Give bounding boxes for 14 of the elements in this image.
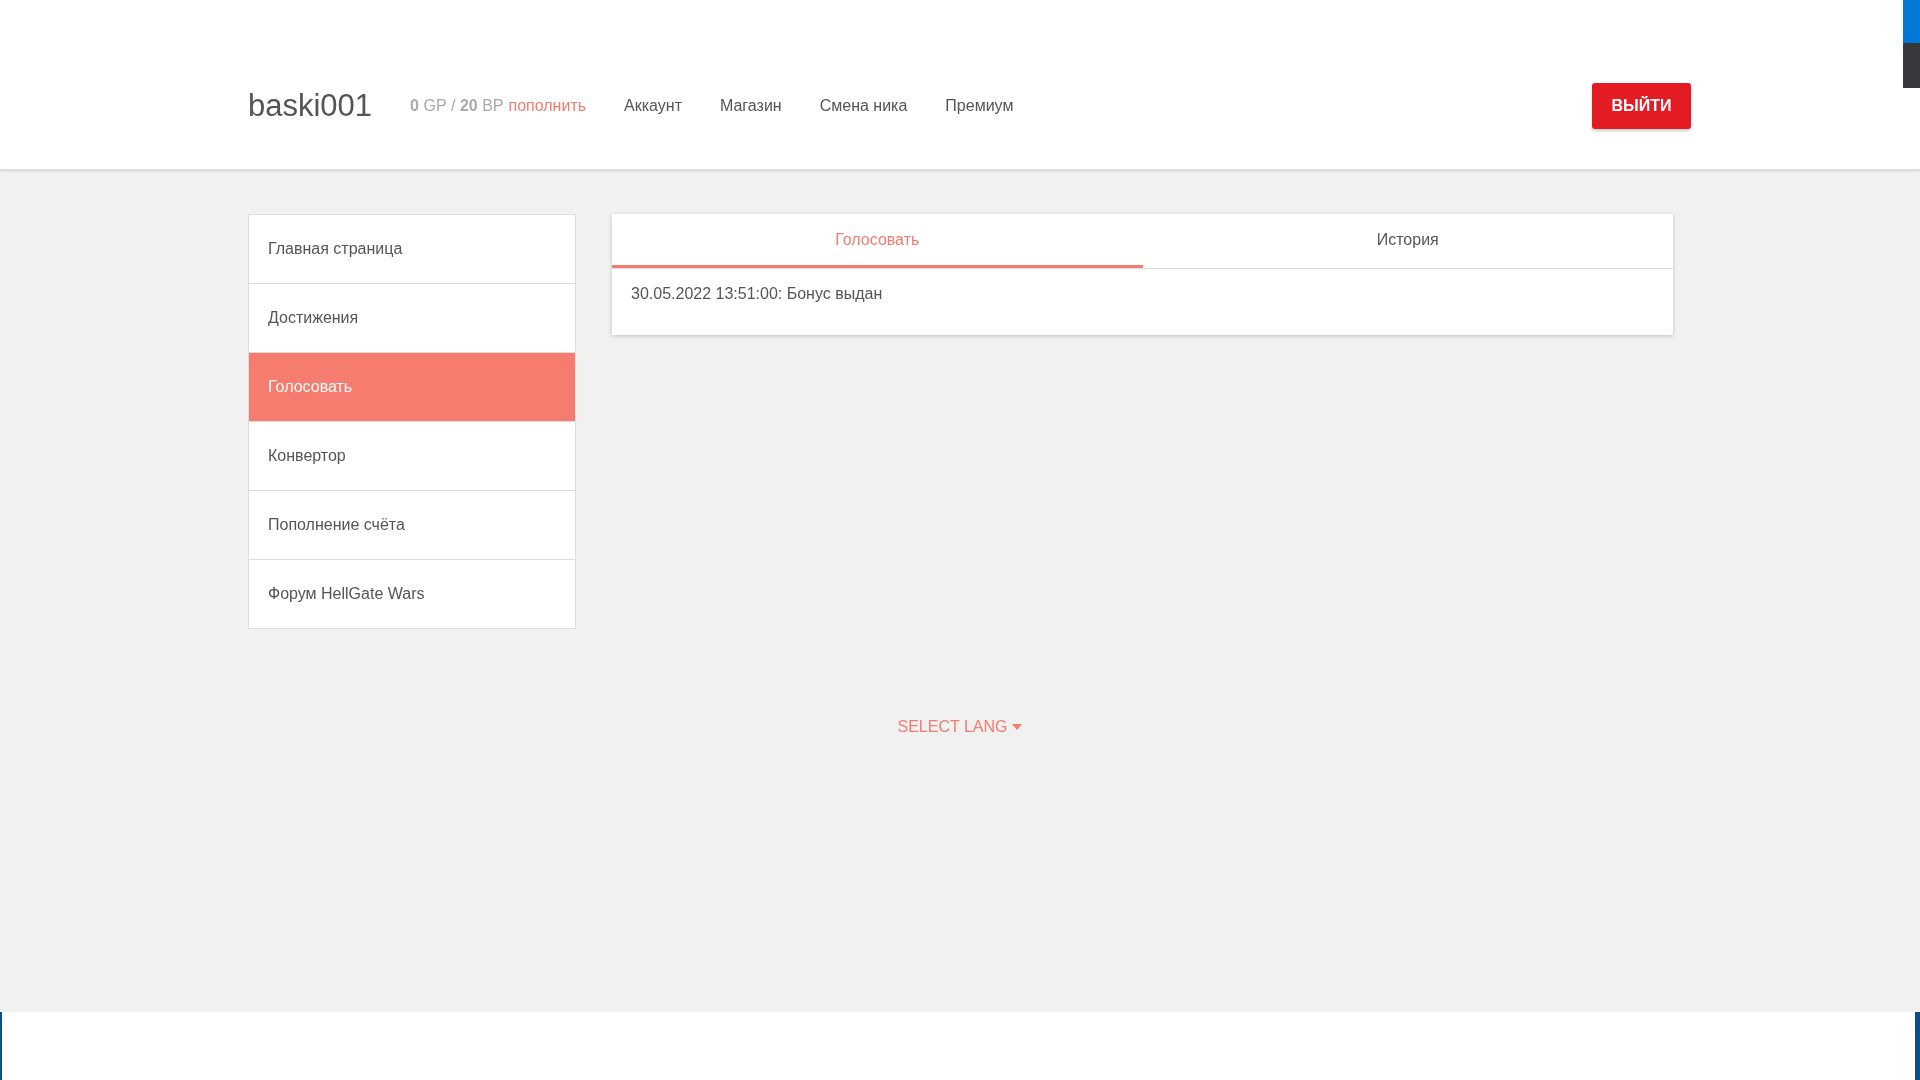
- nav-link[interactable]: Магазин: [719, 97, 782, 115]
- username: baski001: [248, 88, 373, 124]
- balance-text: 0 GP / 20 BP: [410, 97, 504, 115]
- nav-link[interactable]: Смена ника: [819, 97, 908, 115]
- log-entry: 30.05.2022 13:51:00: Бонус выдан: [631, 285, 884, 303]
- sidebar-item[interactable]: Конвертор: [249, 422, 575, 491]
- tab[interactable]: История: [1142, 214, 1673, 268]
- sidebar-item[interactable]: Пополнение счёта: [249, 491, 575, 560]
- nav-link[interactable]: Аккаунт: [624, 97, 682, 115]
- sidebar-item[interactable]: Главная страница: [249, 215, 575, 284]
- caret-icon: [1012, 724, 1023, 730]
- logout-button[interactable]: ВЫЙТИ: [1592, 83, 1691, 129]
- nav-link[interactable]: Премиум: [945, 97, 1014, 115]
- sidebar-item[interactable]: Форум HellGate Wars: [249, 560, 575, 628]
